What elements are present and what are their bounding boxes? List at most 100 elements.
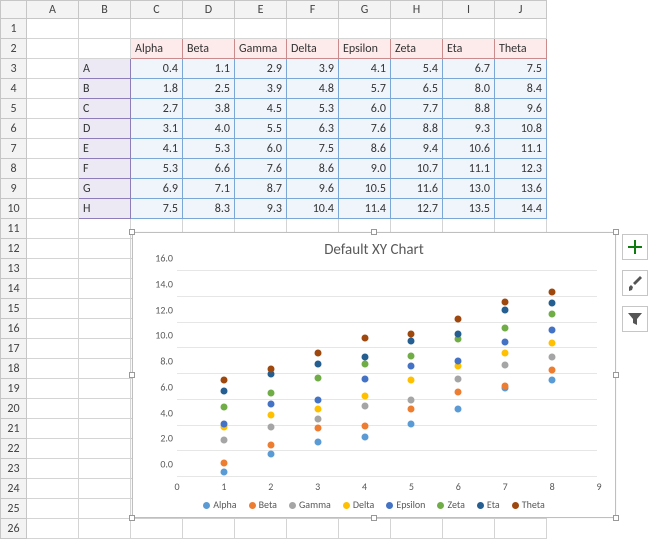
cell[interactable] xyxy=(287,519,339,539)
cell[interactable] xyxy=(27,379,79,399)
cell[interactable]: 5.5 xyxy=(235,119,287,139)
cell[interactable]: 6.0 xyxy=(235,139,287,159)
cell[interactable] xyxy=(131,19,183,39)
data-point[interactable] xyxy=(549,340,556,347)
legend-item[interactable]: Alpha xyxy=(203,498,236,511)
cell[interactable]: 10.6 xyxy=(443,139,495,159)
legend-item[interactable]: Beta xyxy=(249,498,277,511)
row-header[interactable]: 1 xyxy=(1,19,27,39)
data-point[interactable] xyxy=(220,459,227,466)
cell[interactable]: E xyxy=(79,139,131,159)
cell[interactable]: Zeta xyxy=(391,39,443,59)
cell[interactable]: H xyxy=(79,199,131,219)
cell[interactable]: 7.7 xyxy=(391,99,443,119)
cell[interactable]: 13.5 xyxy=(443,199,495,219)
row-header[interactable]: 4 xyxy=(1,79,27,99)
data-point[interactable] xyxy=(549,288,556,295)
cell[interactable]: 5.7 xyxy=(339,79,391,99)
data-point[interactable] xyxy=(408,363,415,370)
data-point[interactable] xyxy=(220,421,227,428)
cell[interactable]: 8.6 xyxy=(287,159,339,179)
data-point[interactable] xyxy=(502,350,509,357)
cell[interactable] xyxy=(79,39,131,59)
row-header[interactable]: 7 xyxy=(1,139,27,159)
row-header[interactable]: 18 xyxy=(1,359,27,379)
cell[interactable]: 7.5 xyxy=(287,139,339,159)
data-point[interactable] xyxy=(549,354,556,361)
cell[interactable] xyxy=(79,479,131,499)
cell[interactable] xyxy=(27,339,79,359)
row-header[interactable]: 25 xyxy=(1,499,27,519)
cell[interactable]: Eta xyxy=(443,39,495,59)
data-point[interactable] xyxy=(220,468,227,475)
data-point[interactable] xyxy=(314,374,321,381)
col-header[interactable]: J xyxy=(495,1,547,19)
cell[interactable]: 3.8 xyxy=(183,99,235,119)
cell[interactable] xyxy=(27,319,79,339)
cell[interactable]: 11.6 xyxy=(391,179,443,199)
cell[interactable]: 5.3 xyxy=(131,159,183,179)
data-point[interactable] xyxy=(361,354,368,361)
row-header[interactable]: 13 xyxy=(1,259,27,279)
col-header[interactable]: E xyxy=(235,1,287,19)
row-header[interactable]: 16 xyxy=(1,319,27,339)
cell[interactable] xyxy=(495,19,547,39)
data-point[interactable] xyxy=(502,338,509,345)
cell[interactable]: 8.0 xyxy=(443,79,495,99)
data-point[interactable] xyxy=(267,400,274,407)
data-point[interactable] xyxy=(267,412,274,419)
cell[interactable]: 3.1 xyxy=(131,119,183,139)
col-header[interactable]: I xyxy=(443,1,495,19)
data-point[interactable] xyxy=(502,324,509,331)
data-point[interactable] xyxy=(502,382,509,389)
cell[interactable]: 6.6 xyxy=(183,159,235,179)
cell[interactable]: 12.7 xyxy=(391,199,443,219)
data-point[interactable] xyxy=(220,387,227,394)
row-header[interactable]: 5 xyxy=(1,99,27,119)
cell[interactable]: 4.1 xyxy=(131,139,183,159)
cell[interactable]: G xyxy=(79,179,131,199)
col-header[interactable]: C xyxy=(131,1,183,19)
cell[interactable]: 4.5 xyxy=(235,99,287,119)
cell[interactable]: 10.4 xyxy=(287,199,339,219)
cell[interactable] xyxy=(27,159,79,179)
cell[interactable] xyxy=(27,419,79,439)
cell[interactable]: 5.4 xyxy=(391,59,443,79)
data-point[interactable] xyxy=(455,405,462,412)
data-point[interactable] xyxy=(314,350,321,357)
chart-legend[interactable]: AlphaBetaGammaDeltaEpsilonZetaEtaTheta xyxy=(133,498,615,511)
data-point[interactable] xyxy=(220,404,227,411)
col-header[interactable]: H xyxy=(391,1,443,19)
cell[interactable]: 6.7 xyxy=(443,59,495,79)
data-point[interactable] xyxy=(314,425,321,432)
legend-item[interactable]: Theta xyxy=(512,498,545,511)
cell[interactable]: 0.4 xyxy=(131,59,183,79)
resize-handle[interactable] xyxy=(371,515,377,521)
col-header[interactable]: G xyxy=(339,1,391,19)
cell[interactable]: 9.4 xyxy=(391,139,443,159)
cell[interactable]: C xyxy=(79,99,131,119)
cell[interactable]: 2.9 xyxy=(235,59,287,79)
legend-item[interactable]: Eta xyxy=(477,498,500,511)
cell[interactable]: 9.6 xyxy=(495,99,547,119)
cell[interactable] xyxy=(183,519,235,539)
plot-area[interactable]: 0.02.04.06.08.010.012.014.016.0012345678… xyxy=(177,273,597,477)
data-point[interactable] xyxy=(267,441,274,448)
cell[interactable] xyxy=(79,459,131,479)
cell[interactable] xyxy=(27,259,79,279)
chart-add-element-button[interactable] xyxy=(622,234,648,260)
resize-handle[interactable] xyxy=(613,515,619,521)
data-point[interactable] xyxy=(408,421,415,428)
data-point[interactable] xyxy=(267,365,274,372)
cell[interactable] xyxy=(79,279,131,299)
cell[interactable] xyxy=(131,519,183,539)
cell[interactable]: 6.9 xyxy=(131,179,183,199)
cell[interactable] xyxy=(27,39,79,59)
cell[interactable]: 8.4 xyxy=(495,79,547,99)
data-point[interactable] xyxy=(361,422,368,429)
cell[interactable]: 8.3 xyxy=(183,199,235,219)
cell[interactable] xyxy=(443,519,495,539)
data-point[interactable] xyxy=(314,405,321,412)
data-point[interactable] xyxy=(361,360,368,367)
cell[interactable] xyxy=(27,399,79,419)
